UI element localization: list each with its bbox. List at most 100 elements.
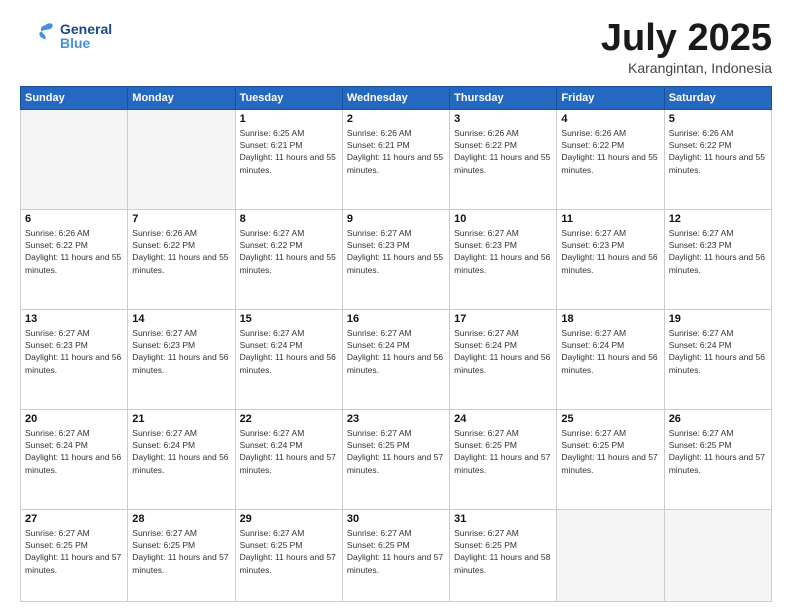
day-info: Sunrise: 6:25 AM Sunset: 6:21 PM Dayligh… [240, 127, 338, 176]
calendar-week-1: 1 Sunrise: 6:25 AM Sunset: 6:21 PM Daylig… [21, 109, 772, 209]
table-row: 21Sunrise: 6:27 AM Sunset: 6:24 PM Dayli… [128, 409, 235, 509]
table-row: 10Sunrise: 6:27 AM Sunset: 6:23 PM Dayli… [450, 209, 557, 309]
day-info: Sunrise: 6:27 AM Sunset: 6:23 PM Dayligh… [561, 227, 659, 276]
table-row: 1 Sunrise: 6:25 AM Sunset: 6:21 PM Daylig… [235, 109, 342, 209]
day-info: Sunrise: 6:26 AM Sunset: 6:22 PM Dayligh… [132, 227, 230, 276]
calendar-week-4: 20 Sunrise: 6:27 AM Sunset: 6:24 PM Dayli… [21, 409, 772, 509]
day-info: Sunrise: 6:27 AM Sunset: 6:24 PM Dayligh… [561, 327, 659, 376]
location: Karangintan, Indonesia [601, 60, 772, 76]
month-title: July 2025 [601, 18, 772, 60]
day-info: Sunrise: 6:26 AM Sunset: 6:22 PM Dayligh… [669, 127, 767, 176]
day-number: 13 [25, 313, 123, 325]
col-wednesday: Wednesday [342, 86, 449, 109]
day-number: 20 [25, 413, 123, 425]
title-block: July 2025 Karangintan, Indonesia [601, 18, 772, 76]
table-row: 30Sunrise: 6:27 AM Sunset: 6:25 PM Dayli… [342, 509, 449, 601]
col-tuesday: Tuesday [235, 86, 342, 109]
table-row: 11Sunrise: 6:27 AM Sunset: 6:23 PM Dayli… [557, 209, 664, 309]
day-info: Sunrise: 6:27 AM Sunset: 6:24 PM Dayligh… [240, 327, 338, 376]
logo-general-text: General [60, 22, 112, 36]
day-number: 26 [669, 413, 767, 425]
day-number: 3 [454, 113, 552, 125]
table-row: 15 Sunrise: 6:27 AM Sunset: 6:24 PM Dayli… [235, 309, 342, 409]
day-number: 23 [347, 413, 445, 425]
day-info: Sunrise: 6:26 AM Sunset: 6:22 PM Dayligh… [454, 127, 552, 176]
day-info: Sunrise: 6:27 AM Sunset: 6:25 PM Dayligh… [132, 527, 230, 576]
table-row: 26 Sunrise: 6:27 AM Sunset: 6:25 PM Dayli… [664, 409, 771, 509]
day-number: 7 [132, 213, 230, 225]
day-number: 16 [347, 313, 445, 325]
day-number: 17 [454, 313, 552, 325]
day-info: Sunrise: 6:27 AM Sunset: 6:24 PM Dayligh… [454, 327, 552, 376]
table-row: 4Sunrise: 6:26 AM Sunset: 6:22 PM Daylig… [557, 109, 664, 209]
col-thursday: Thursday [450, 86, 557, 109]
day-number: 30 [347, 513, 445, 525]
table-row [128, 109, 235, 209]
table-row [557, 509, 664, 601]
day-info: Sunrise: 6:27 AM Sunset: 6:25 PM Dayligh… [240, 527, 338, 576]
table-row: 8 Sunrise: 6:27 AM Sunset: 6:22 PM Daylig… [235, 209, 342, 309]
day-info: Sunrise: 6:27 AM Sunset: 6:23 PM Dayligh… [669, 227, 767, 276]
table-row: 31 Sunrise: 6:27 AM Sunset: 6:25 PM Dayli… [450, 509, 557, 601]
table-row: 5 Sunrise: 6:26 AM Sunset: 6:22 PM Daylig… [664, 109, 771, 209]
table-row: 2Sunrise: 6:26 AM Sunset: 6:21 PM Daylig… [342, 109, 449, 209]
day-number: 14 [132, 313, 230, 325]
logo-words: General Blue [60, 22, 112, 50]
day-info: Sunrise: 6:27 AM Sunset: 6:23 PM Dayligh… [132, 327, 230, 376]
table-row: 6 Sunrise: 6:26 AM Sunset: 6:22 PM Daylig… [21, 209, 128, 309]
day-number: 15 [240, 313, 338, 325]
col-monday: Monday [128, 86, 235, 109]
table-row: 25Sunrise: 6:27 AM Sunset: 6:25 PM Dayli… [557, 409, 664, 509]
calendar-week-5: 27 Sunrise: 6:27 AM Sunset: 6:25 PM Dayli… [21, 509, 772, 601]
logo: General Blue [20, 18, 112, 54]
table-row: 13Sunrise: 6:27 AM Sunset: 6:23 PM Dayli… [21, 309, 128, 409]
day-number: 27 [25, 513, 123, 525]
header: General Blue July 2025 Karangintan, Indo… [20, 18, 772, 76]
day-info: Sunrise: 6:27 AM Sunset: 6:25 PM Dayligh… [669, 427, 767, 476]
day-info: Sunrise: 6:27 AM Sunset: 6:25 PM Dayligh… [454, 527, 552, 576]
table-row: 20Sunrise: 6:27 AM Sunset: 6:24 PM Dayli… [21, 409, 128, 509]
table-row [664, 509, 771, 601]
day-info: Sunrise: 6:27 AM Sunset: 6:22 PM Dayligh… [240, 227, 338, 276]
calendar-week-3: 13 Sunrise: 6:27 AM Sunset: 6:23 PM Dayli… [21, 309, 772, 409]
table-row: 3 Sunrise: 6:26 AM Sunset: 6:22 PM Daylig… [450, 109, 557, 209]
col-sunday: Sunday [21, 86, 128, 109]
day-info: Sunrise: 6:26 AM Sunset: 6:21 PM Dayligh… [347, 127, 445, 176]
calendar-week-2: 6 Sunrise: 6:26 AM Sunset: 6:22 PM Daylig… [21, 209, 772, 309]
table-row: 22Sunrise: 6:27 AM Sunset: 6:24 PM Dayli… [235, 409, 342, 509]
table-row: 29Sunrise: 6:27 AM Sunset: 6:25 PM Dayli… [235, 509, 342, 601]
logo-icon [20, 18, 56, 54]
day-number: 1 [240, 113, 338, 125]
day-info: Sunrise: 6:27 AM Sunset: 6:23 PM Dayligh… [454, 227, 552, 276]
table-row: 9 Sunrise: 6:27 AM Sunset: 6:23 PM Daylig… [342, 209, 449, 309]
day-info: Sunrise: 6:27 AM Sunset: 6:25 PM Dayligh… [347, 427, 445, 476]
day-info: Sunrise: 6:26 AM Sunset: 6:22 PM Dayligh… [561, 127, 659, 176]
page: General Blue July 2025 Karangintan, Indo… [0, 0, 792, 612]
col-friday: Friday [557, 86, 664, 109]
day-number: 8 [240, 213, 338, 225]
table-row: 14 Sunrise: 6:27 AM Sunset: 6:23 PM Dayli… [128, 309, 235, 409]
logo-blue-text: Blue [60, 36, 112, 50]
table-row [21, 109, 128, 209]
day-info: Sunrise: 6:27 AM Sunset: 6:24 PM Dayligh… [240, 427, 338, 476]
day-number: 9 [347, 213, 445, 225]
day-info: Sunrise: 6:26 AM Sunset: 6:22 PM Dayligh… [25, 227, 123, 276]
table-row: 19Sunrise: 6:27 AM Sunset: 6:24 PM Dayli… [664, 309, 771, 409]
day-number: 31 [454, 513, 552, 525]
day-number: 5 [669, 113, 767, 125]
day-info: Sunrise: 6:27 AM Sunset: 6:23 PM Dayligh… [347, 227, 445, 276]
table-row: 12Sunrise: 6:27 AM Sunset: 6:23 PM Dayli… [664, 209, 771, 309]
table-row: 16 Sunrise: 6:27 AM Sunset: 6:24 PM Dayli… [342, 309, 449, 409]
day-number: 21 [132, 413, 230, 425]
day-info: Sunrise: 6:27 AM Sunset: 6:25 PM Dayligh… [561, 427, 659, 476]
table-row: 23 Sunrise: 6:27 AM Sunset: 6:25 PM Dayli… [342, 409, 449, 509]
day-number: 6 [25, 213, 123, 225]
day-info: Sunrise: 6:27 AM Sunset: 6:25 PM Dayligh… [454, 427, 552, 476]
day-info: Sunrise: 6:27 AM Sunset: 6:24 PM Dayligh… [347, 327, 445, 376]
table-row: 28Sunrise: 6:27 AM Sunset: 6:25 PM Dayli… [128, 509, 235, 601]
table-row: 27Sunrise: 6:27 AM Sunset: 6:25 PM Dayli… [21, 509, 128, 601]
day-number: 19 [669, 313, 767, 325]
table-row: 24Sunrise: 6:27 AM Sunset: 6:25 PM Dayli… [450, 409, 557, 509]
table-row: 17 Sunrise: 6:27 AM Sunset: 6:24 PM Dayli… [450, 309, 557, 409]
calendar-table: Sunday Monday Tuesday Wednesday Thursday… [20, 86, 772, 602]
